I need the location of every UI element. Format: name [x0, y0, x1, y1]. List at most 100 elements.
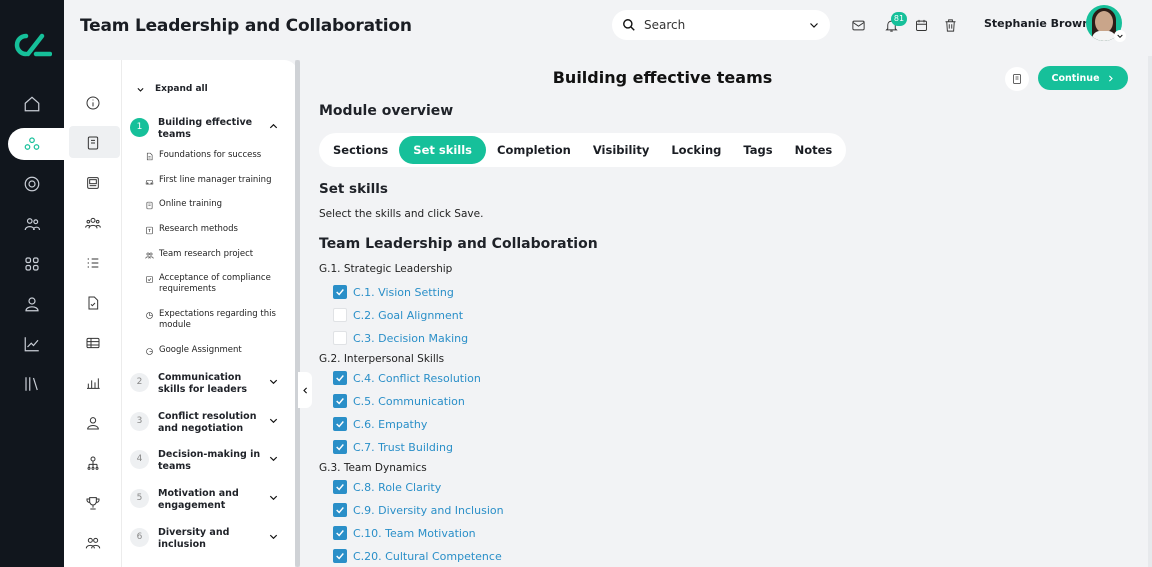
module-item-3[interactable]: 3 Conflict resolution and negotiation [130, 411, 290, 435]
expand-all-toggle[interactable]: Expand all [136, 84, 208, 94]
tab-notes[interactable]: Notes [784, 136, 844, 164]
module-item-4[interactable]: 4 Decision-making in teams [130, 449, 290, 473]
tab-sections[interactable]: Sections [322, 136, 399, 164]
tab-set-skills[interactable]: Set skills [399, 136, 487, 164]
book-button[interactable] [1005, 67, 1029, 91]
document-icon [144, 151, 154, 161]
chevron-up-icon[interactable] [268, 121, 279, 132]
skill-checkbox[interactable]: C.9. Diversity and Inclusion [333, 503, 504, 517]
lesson-item[interactable]: Expectations regarding this module [144, 309, 294, 331]
continue-button[interactable]: Continue [1038, 66, 1128, 90]
tab-completion[interactable]: Completion [486, 136, 582, 164]
checkbox-checked[interactable] [333, 440, 347, 454]
user-icon[interactable] [20, 292, 44, 316]
skill-checkbox[interactable]: C.2. Goal Alignment [333, 308, 463, 322]
skill-checkbox[interactable]: C.7. Trust Building [333, 440, 453, 454]
main-scrollbar[interactable] [1148, 56, 1152, 567]
rail-item-active[interactable] [8, 128, 68, 160]
skill-checkbox[interactable]: C.5. Communication [333, 394, 465, 408]
lesson-item[interactable]: Google Assignment [144, 345, 294, 356]
book-icon[interactable] [81, 131, 105, 155]
tab-locking[interactable]: Locking [660, 136, 732, 164]
trophy-icon[interactable] [81, 491, 105, 515]
chevron-down-icon[interactable] [808, 19, 820, 31]
chevron-down-icon[interactable] [268, 376, 279, 387]
checkbox-checked[interactable] [333, 526, 347, 540]
checkbox-unchecked[interactable] [333, 308, 347, 322]
checkbox-checked[interactable] [333, 503, 347, 517]
module-item-6[interactable]: 6 Diversity and inclusion [130, 527, 290, 551]
checkbox-unchecked[interactable] [333, 331, 347, 345]
module-number: 5 [130, 489, 149, 508]
team-icon[interactable] [81, 531, 105, 555]
module-item-1[interactable]: 1 Building effective teams [130, 117, 290, 141]
trash-icon[interactable] [941, 16, 959, 34]
tab-tags[interactable]: Tags [732, 136, 783, 164]
skill-group-label: G.2. Interpersonal Skills [319, 353, 445, 365]
chevron-down-icon [137, 87, 144, 92]
news-icon[interactable] [81, 171, 105, 195]
bar-chart-icon[interactable] [81, 371, 105, 395]
module-title: Communication skills for leaders [158, 372, 248, 395]
list-icon[interactable] [81, 251, 105, 275]
lesson-item[interactable]: First line manager training [144, 175, 294, 186]
search-icon [623, 19, 635, 31]
chevron-down-icon[interactable] [268, 531, 279, 542]
collaboration-icon [20, 132, 44, 156]
continue-label: Continue [1051, 72, 1100, 84]
lesson-item[interactable]: Foundations for success [144, 150, 294, 161]
instructions-text: Select the skills and click Save. [319, 208, 484, 220]
document-icon[interactable] [81, 291, 105, 315]
person-icon[interactable] [81, 411, 105, 435]
calendar-icon[interactable] [912, 16, 930, 34]
tab-visibility[interactable]: Visibility [582, 136, 660, 164]
apps-icon[interactable] [20, 252, 44, 276]
module-number: 4 [130, 450, 149, 469]
skill-checkbox[interactable]: C.4. Conflict Resolution [333, 371, 481, 385]
skill-checkbox[interactable]: C.10. Team Motivation [333, 526, 476, 540]
expand-all-label: Expand all [155, 84, 208, 94]
chevron-down-icon[interactable] [1114, 30, 1126, 42]
checkbox-checked[interactable] [333, 549, 347, 563]
skill-label: C.7. Trust Building [353, 440, 453, 454]
mail-icon[interactable] [849, 16, 867, 34]
module-item-5[interactable]: 5 Motivation and engagement [130, 488, 290, 512]
skill-checkbox[interactable]: C.3. Decision Making [333, 331, 468, 345]
checkbox-checked[interactable] [333, 394, 347, 408]
google-icon [144, 346, 154, 356]
lesson-item[interactable]: Team research project [144, 249, 294, 260]
skill-label: C.9. Diversity and Inclusion [353, 503, 504, 517]
library-icon[interactable] [20, 372, 44, 396]
skill-label: C.1. Vision Setting [353, 285, 454, 299]
lesson-item[interactable]: Acceptance of compliance requirements [144, 273, 294, 295]
skill-checkbox[interactable]: C.20. Cultural Competence [333, 549, 502, 563]
table-icon[interactable] [81, 331, 105, 355]
info-icon[interactable] [81, 91, 105, 115]
lesson-item[interactable]: Online training [144, 199, 294, 210]
skill-checkbox[interactable]: C.1. Vision Setting [333, 285, 454, 299]
chevron-down-icon[interactable] [268, 453, 279, 464]
checkbox-checked[interactable] [333, 285, 347, 299]
org-icon[interactable] [81, 451, 105, 475]
skill-label: C.4. Conflict Resolution [353, 371, 481, 385]
brand-logo[interactable] [12, 30, 52, 60]
chevron-down-icon[interactable] [268, 492, 279, 503]
main-content: Building effective teams Continue Module… [300, 56, 1152, 567]
skill-checkbox[interactable]: C.6. Empathy [333, 417, 427, 431]
search-input[interactable]: Search [612, 10, 830, 40]
checkbox-checked[interactable] [333, 371, 347, 385]
people-icon[interactable] [20, 212, 44, 236]
home-icon[interactable] [20, 92, 44, 116]
lesson-item[interactable]: Research methods [144, 224, 294, 235]
analytics-icon[interactable] [20, 332, 44, 356]
tab-bar: Sections Set skills Completion Visibilit… [319, 133, 847, 167]
group-icon[interactable] [81, 211, 105, 235]
lesson-label: Research methods [159, 224, 238, 234]
checkbox-checked[interactable] [333, 480, 347, 494]
module-item-2[interactable]: 2 Communication skills for leaders [130, 372, 290, 396]
skill-checkbox[interactable]: C.8. Role Clarity [333, 480, 441, 494]
user-name[interactable]: Stephanie Brown [984, 17, 1090, 30]
target-icon[interactable] [20, 172, 44, 196]
chevron-down-icon[interactable] [268, 415, 279, 426]
checkbox-checked[interactable] [333, 417, 347, 431]
